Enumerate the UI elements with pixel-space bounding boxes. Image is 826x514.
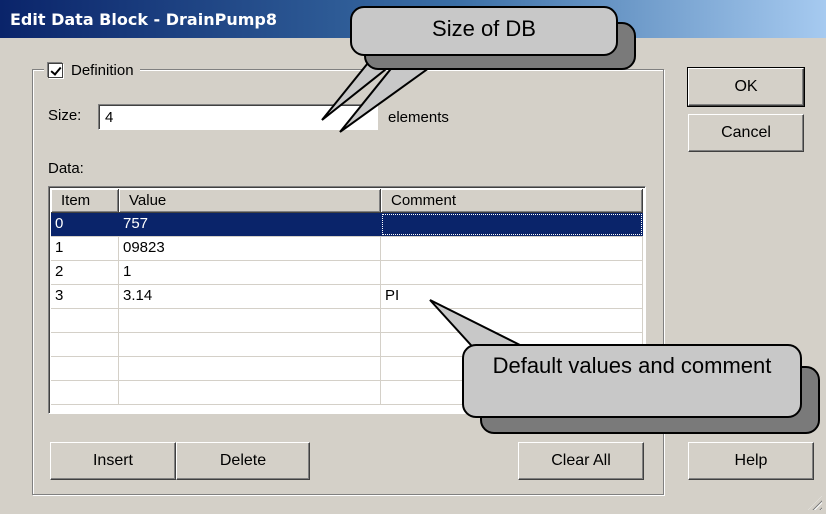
size-callout-pointer bbox=[339, 59, 444, 133]
callout-pointers bbox=[321, 57, 523, 357]
size-callout: Size of DB bbox=[350, 6, 618, 56]
defaults-callout: Default values and comment bbox=[462, 344, 802, 418]
